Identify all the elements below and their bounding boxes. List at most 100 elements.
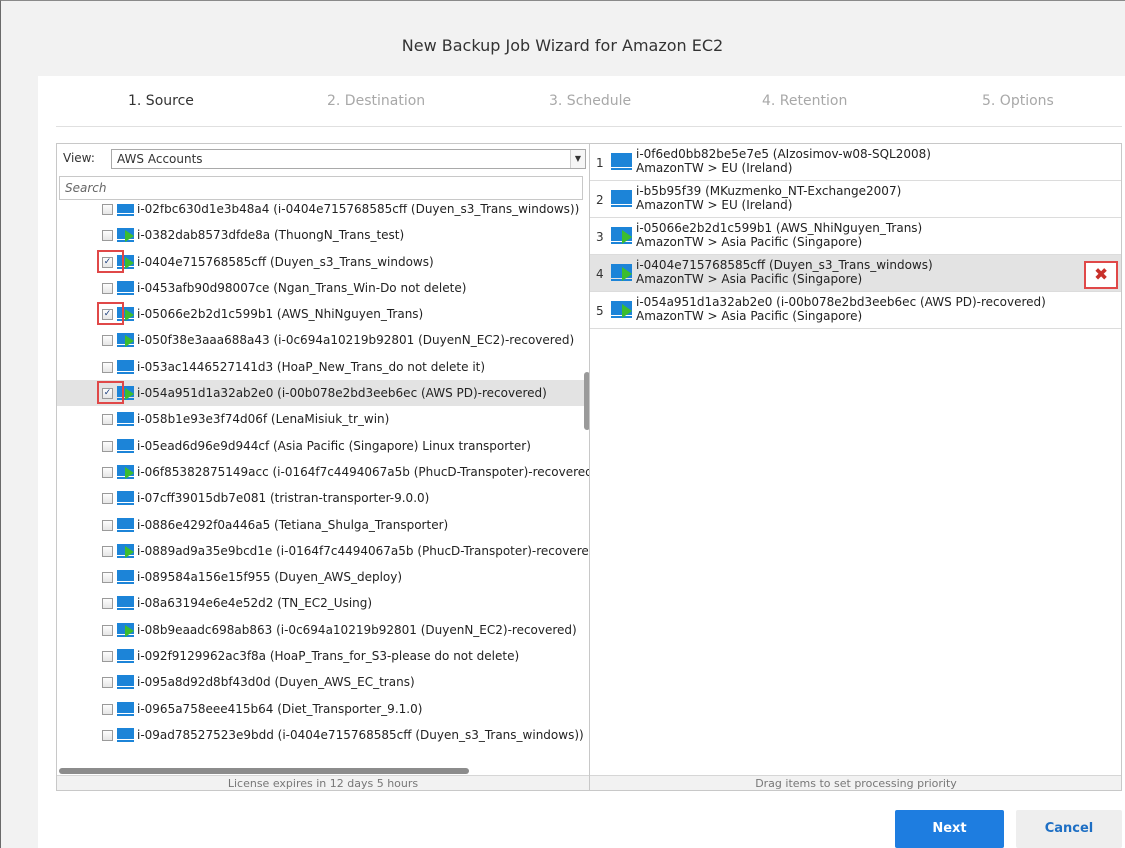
tree-row[interactable]: i-058b1e93e3f74d06f (LenaMisiuk_tr_win) (57, 406, 589, 432)
vm-icon (611, 190, 632, 208)
steps-divider (56, 126, 1122, 127)
tree-row[interactable]: ✓ i-05066e2b2d1c599b1 (AWS_NhiNguyen_Tran… (57, 301, 589, 327)
vm-transporter-icon (117, 622, 134, 637)
instance-list: i-02fbc630d1e3b48a4 (i-0404e715768585cff… (57, 204, 589, 748)
selection-highlight (97, 302, 124, 326)
license-status: License expires in 12 days 5 hours (57, 775, 589, 790)
instance-label: i-07cff39015db7e081 (tristran-transporte… (137, 491, 430, 506)
instance-checkbox[interactable] (102, 598, 113, 610)
priority-number: 2 (596, 193, 604, 207)
instance-checkbox[interactable] (102, 230, 113, 242)
instance-checkbox[interactable] (102, 651, 113, 663)
instance-label: i-0382dab8573dfde8a (ThuongN_Trans_test) (137, 228, 405, 243)
instance-label: i-0889ad9a35e9bcd1e (i-0164f7c4494067a5b… (137, 543, 589, 558)
view-dropdown[interactable]: AWS Accounts ▼ (111, 149, 586, 169)
tree-row[interactable]: i-0453afb90d98007ce (Ngan_Trans_Win-Do n… (57, 275, 589, 301)
instance-checkbox[interactable] (102, 493, 113, 505)
instance-checkbox[interactable] (102, 729, 113, 741)
step-destination[interactable]: 2. Destination (327, 93, 425, 109)
instance-checkbox[interactable] (102, 440, 113, 452)
tree-row[interactable]: i-09ad78527523e9bdd (i-0404e715768585cff… (57, 722, 589, 748)
tree-row[interactable]: i-08b9eaadc698ab863 (i-0c694a10219b92801… (57, 617, 589, 643)
dialog-edge (0, 76, 38, 848)
tree-row[interactable]: i-0965a758eee415b64 (Diet_Transporter_9.… (57, 696, 589, 722)
tree-row[interactable]: i-053ac1446527141d3 (HoaP_New_Trans_do n… (57, 354, 589, 380)
tree-row[interactable]: i-08a63194e6e4e52d2 (TN_EC2_Using) (57, 590, 589, 616)
priority-number: 5 (596, 304, 604, 318)
close-x-icon[interactable]: ✖ (1094, 266, 1108, 284)
search-input[interactable] (59, 176, 583, 200)
step-retention[interactable]: 4. Retention (762, 93, 847, 109)
instance-label: i-095a8d92d8bf43d0d (Duyen_AWS_EC_trans) (137, 675, 415, 690)
job-objects-panel: 1 i-0f6ed0bb82be5e7e5 (AIzosimov-w08-SQL2… (590, 143, 1122, 791)
job-object-path: AmazonTW > Asia Pacific (Singapore) (636, 235, 863, 249)
job-object-item[interactable]: 3 i-05066e2b2d1c599b1 (AWS_NhiNguyen_Tran… (590, 218, 1121, 255)
job-object-item[interactable]: 1 i-0f6ed0bb82be5e7e5 (AIzosimov-w08-SQL2… (590, 144, 1121, 181)
instance-checkbox[interactable] (102, 282, 113, 294)
job-object-name: i-0f6ed0bb82be5e7e5 (AIzosimov-w08-SQL20… (636, 147, 931, 161)
vm-icon (611, 153, 632, 171)
vm-transporter-icon (117, 228, 134, 243)
instance-label: i-050f38e3aaa688a43 (i-0c694a10219b92801… (137, 333, 575, 348)
tree-row[interactable]: i-05ead6d96e9d944cf (Asia Pacific (Singa… (57, 433, 589, 459)
instance-checkbox[interactable] (102, 624, 113, 636)
instance-checkbox[interactable] (102, 677, 113, 689)
instance-label: i-08a63194e6e4e52d2 (TN_EC2_Using) (137, 596, 373, 611)
instance-label: i-09ad78527523e9bdd (i-0404e715768585cff… (137, 727, 584, 742)
priority-number: 3 (596, 230, 604, 244)
vm-transporter-icon (117, 333, 134, 348)
chevron-down-icon[interactable]: ▼ (570, 150, 585, 168)
job-object-name: i-0404e715768585cff (Duyen_s3_Trans_wind… (636, 258, 933, 272)
instance-checkbox[interactable] (102, 414, 113, 426)
tree-row[interactable]: i-0889ad9a35e9bcd1e (i-0164f7c4494067a5b… (57, 538, 589, 564)
instance-label: i-054a951d1a32ab2e0 (i-00b078e2bd3eeb6ec… (137, 386, 547, 401)
step-options[interactable]: 5. Options (982, 93, 1054, 109)
instance-checkbox[interactable] (102, 545, 113, 557)
tree-row[interactable]: i-092f9129962ac3f8a (HoaP_Trans_for_S3-p… (57, 643, 589, 669)
tree-row[interactable]: i-0382dab8573dfde8a (ThuongN_Trans_test) (57, 222, 589, 248)
instance-checkbox[interactable] (102, 703, 113, 715)
tree-row[interactable]: i-0886e4292f0a446a5 (Tetiana_Shulga_Tran… (57, 512, 589, 538)
vm-icon (117, 280, 134, 295)
instance-label: i-092f9129962ac3f8a (HoaP_Trans_for_S3-p… (137, 649, 520, 664)
instance-checkbox[interactable] (102, 335, 113, 347)
instance-checkbox[interactable] (102, 204, 113, 215)
job-object-item[interactable]: 5 i-054a951d1a32ab2e0 (i-00b078e2bd3eeb6e… (590, 292, 1121, 329)
vm-icon (117, 596, 134, 611)
view-dropdown-value: AWS Accounts (117, 152, 203, 166)
instance-checkbox[interactable] (102, 361, 113, 373)
instance-label: i-058b1e93e3f74d06f (LenaMisiuk_tr_win) (137, 412, 390, 427)
instance-label: i-053ac1446527141d3 (HoaP_New_Trans_do n… (137, 359, 486, 374)
job-object-name: i-05066e2b2d1c599b1 (AWS_NhiNguyen_Trans… (636, 221, 923, 235)
tree-row[interactable]: i-02fbc630d1e3b48a4 (i-0404e715768585cff… (57, 204, 589, 222)
remove-item-button[interactable]: ✖ (1084, 261, 1118, 289)
vm-icon (117, 412, 134, 427)
instance-label: i-06f85382875149acc (i-0164f7c4494067a5b… (137, 464, 589, 479)
instance-label: i-0886e4292f0a446a5 (Tetiana_Shulga_Tran… (137, 517, 449, 532)
next-button[interactable]: Next (895, 810, 1004, 848)
instance-label: i-08b9eaadc698ab863 (i-0c694a10219b92801… (137, 622, 577, 637)
instance-checkbox[interactable] (102, 466, 113, 478)
wizard-title: New Backup Job Wizard for Amazon EC2 (401, 36, 724, 55)
tree-row[interactable]: i-06f85382875149acc (i-0164f7c4494067a5b… (57, 459, 589, 485)
vm-icon (117, 675, 134, 690)
step-schedule[interactable]: 3. Schedule (549, 93, 631, 109)
instance-checkbox[interactable] (102, 519, 113, 531)
job-object-item[interactable]: 4 i-0404e715768585cff (Duyen_s3_Trans_win… (590, 255, 1121, 292)
tree-row[interactable]: ✓ i-054a951d1a32ab2e0 (i-00b078e2bd3eeb6e… (57, 380, 589, 407)
instance-label: i-02fbc630d1e3b48a4 (i-0404e715768585cff… (137, 204, 580, 216)
job-object-item[interactable]: 2 i-b5b95f39 (MKuzmenko_NT-Exchange2007) A… (590, 181, 1121, 218)
tree-row[interactable]: i-089584a156e15f955 (Duyen_AWS_deploy) (57, 564, 589, 590)
tree-row[interactable]: i-095a8d92d8bf43d0d (Duyen_AWS_EC_trans) (57, 669, 589, 695)
selection-highlight (97, 249, 124, 273)
tree-row[interactable]: i-050f38e3aaa688a43 (i-0c694a10219b92801… (57, 327, 589, 353)
cancel-button[interactable]: Cancel (1016, 810, 1122, 848)
tree-row[interactable]: i-07cff39015db7e081 (tristran-transporte… (57, 485, 589, 511)
vm-transporter-icon (117, 543, 134, 558)
vm-transporter-icon (611, 227, 632, 245)
step-source[interactable]: 1. Source (128, 93, 194, 109)
instance-checkbox[interactable] (102, 572, 113, 584)
job-object-path: AmazonTW > Asia Pacific (Singapore) (636, 272, 863, 286)
tree-row[interactable]: ✓ i-0404e715768585cff (Duyen_s3_Trans_win… (57, 249, 589, 275)
horizontal-scrollbar[interactable] (59, 768, 469, 774)
